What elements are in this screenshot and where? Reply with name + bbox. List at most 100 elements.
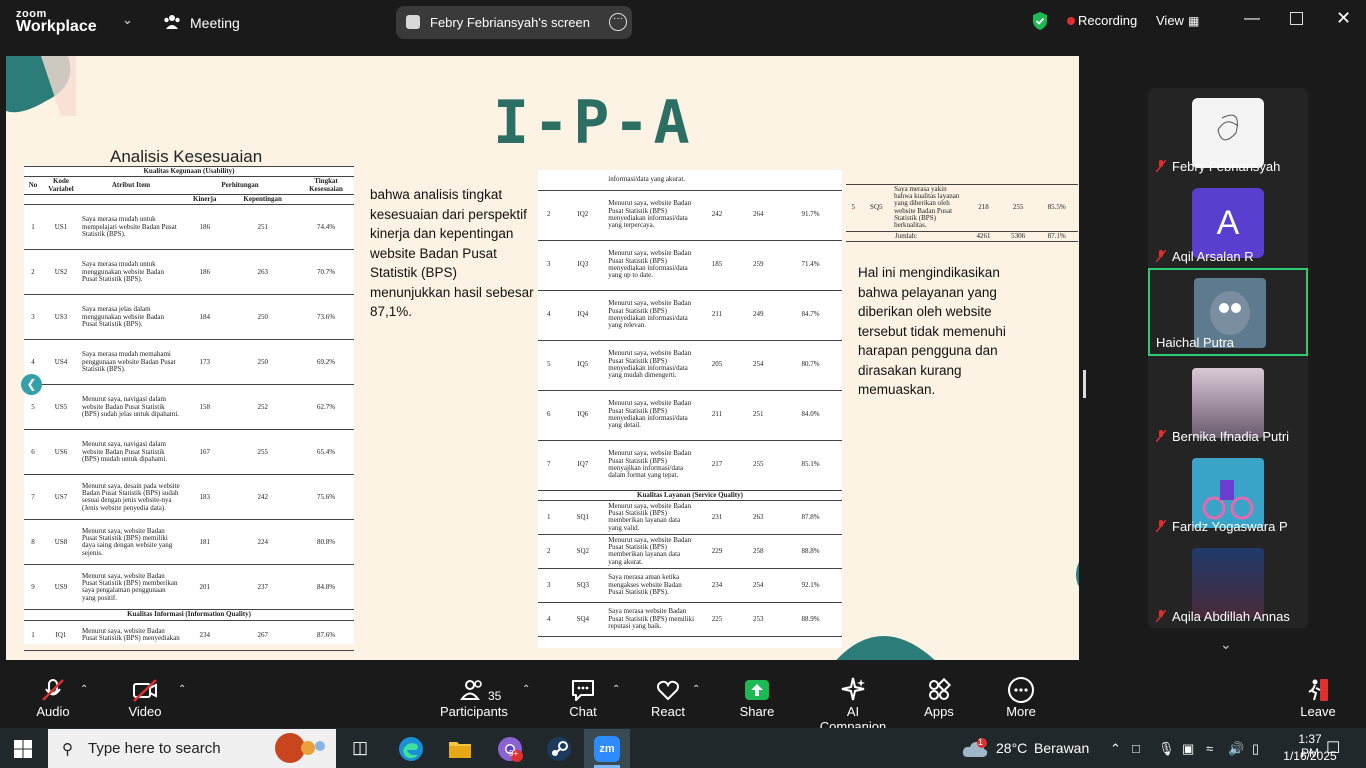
audio-button[interactable]: Audio: [36, 676, 70, 719]
row-kepentingan: 259: [737, 240, 779, 291]
view-menu[interactable]: View: [1156, 13, 1184, 28]
edge-browser-icon[interactable]: [398, 736, 424, 762]
video-label: Video: [128, 704, 162, 719]
participants-icon-wrap: 35: [443, 676, 503, 704]
participant-tile[interactable]: Haichal Putra: [1148, 268, 1308, 356]
leave-button[interactable]: Leave: [1300, 676, 1336, 719]
wifi-icon[interactable]: ≈: [1206, 741, 1213, 756]
row-item: Saya merasa aman ketika mengakses websit…: [606, 568, 697, 603]
chevron-up-icon[interactable]: ⌃: [1110, 741, 1121, 757]
ai-companion-button[interactable]: AI Companion: [812, 676, 894, 734]
microphone-icon[interactable]: 🎙: [1158, 741, 1175, 757]
row-number: 3: [538, 240, 560, 291]
notification-icon[interactable]: ☐: [1326, 738, 1340, 758]
row-kinerja: 218: [966, 184, 1001, 232]
meeting-menu[interactable]: Meeting: [190, 15, 240, 31]
share-screen-icon: [406, 15, 420, 29]
section-title: Kualitas Layanan (Service Quality): [538, 489, 842, 501]
network-icon[interactable]: □: [1132, 741, 1140, 756]
participant-tile[interactable]: Faridz Yogaswara P: [1148, 450, 1308, 538]
table-row: 6 US6 Menurut saya, navigasi dalam website…: [24, 429, 354, 476]
table-row: 2 IQ2 Menurut saya, website Badan Pusat St…: [538, 190, 842, 241]
shield-check-icon[interactable]: [1032, 11, 1048, 31]
row-kepentingan: 254: [737, 568, 779, 603]
results-table-service-end: 5 SQ5 Saya merasa yakin bahwa kualitas lay…: [846, 170, 1078, 252]
file-explorer-icon[interactable]: [448, 738, 472, 760]
decor-blob-topleft: [6, 56, 76, 116]
row-code: SQ4: [559, 602, 607, 637]
camera-icon[interactable]: ▣: [1182, 741, 1194, 757]
row-kesesuaian: 87.8%: [778, 500, 842, 535]
maximize-icon[interactable]: [1290, 12, 1303, 25]
row-item: Menurut saya, website Badan Pusat Statis…: [606, 290, 697, 341]
audio-options-caret[interactable]: ⌃: [80, 684, 88, 695]
resize-handle[interactable]: [1083, 370, 1086, 398]
row-number: 8: [24, 519, 42, 566]
camera-off-icon: [131, 676, 159, 704]
weather-temperature[interactable]: 28°C: [996, 740, 1027, 756]
row-number: 4: [538, 290, 560, 341]
participant-tile[interactable]: Febry Febriansyah: [1148, 90, 1308, 178]
search-icon: ⚲: [62, 741, 73, 758]
table-row: 3 US3 Saya merasa jelas dalam menggunakan …: [24, 294, 354, 341]
table-row: 1 SQ1 Menurut saya, website Badan Pusat St…: [538, 500, 842, 535]
row-number: 4: [538, 602, 560, 637]
col-header: No: [24, 176, 42, 196]
participants-options-caret[interactable]: ⌃: [522, 684, 530, 695]
chrome-badge: 9+: [509, 749, 519, 758]
total-kepentingan: 5306: [1000, 231, 1036, 242]
close-icon[interactable]: ✕: [1336, 8, 1351, 29]
row-kinerja: 201: [182, 564, 228, 611]
more-options-icon[interactable]: ···: [609, 13, 627, 31]
battery-icon[interactable]: ▯: [1252, 741, 1259, 757]
react-button[interactable]: React: [650, 676, 686, 719]
table-row: 2 US2 Saya merasa mudah untuk menggunakan …: [24, 249, 354, 296]
table-row: 3 IQ3 Menurut saya, website Badan Pusat St…: [538, 240, 842, 291]
table-row: 2 SQ2 Menurut saya, website Badan Pusat St…: [538, 534, 842, 569]
chat-options-caret[interactable]: ⌃: [612, 684, 620, 695]
apps-button[interactable]: Apps: [922, 676, 956, 719]
task-view-icon[interactable]: ◫: [352, 738, 368, 758]
mic-muted-icon: [39, 676, 67, 704]
table-row: 4 IQ4 Menurut saya, website Badan Pusat St…: [538, 290, 842, 341]
weather-condition[interactable]: Berawan: [1034, 740, 1089, 756]
video-options-caret[interactable]: ⌃: [178, 684, 186, 695]
volume-icon[interactable]: 🔊: [1228, 741, 1244, 757]
row-kinerja: 231: [696, 500, 738, 535]
row-number: 5: [538, 340, 560, 391]
table-row: 7 US7 Menurut saya, desain pada website Ba…: [24, 474, 354, 521]
recording-status[interactable]: Recording: [1078, 13, 1137, 28]
row-item: Menurut saya, website Badan Pusat Statis…: [80, 564, 182, 611]
row-item: Saya merasa mudah untuk menggunakan webs…: [80, 249, 182, 296]
row-code: SQ1: [559, 500, 607, 535]
row-code: SQ3: [559, 568, 607, 603]
chevron-down-icon[interactable]: ⌄: [122, 12, 133, 28]
table-row: 4 SQ4 Saya merasa website Badan Pusat Stat…: [538, 602, 842, 637]
windows-start-icon[interactable]: [14, 740, 32, 758]
row-item: Menurut saya, website Badan Pusat Statis…: [606, 534, 697, 569]
row-kepentingan: 267: [227, 620, 298, 651]
participant-avatar: [1192, 98, 1264, 168]
apps-icon: [925, 676, 953, 704]
participant-tile[interactable]: A Aqil Arsalan R: [1148, 180, 1308, 268]
row-number: 5: [846, 184, 861, 232]
participant-tile[interactable]: Bernika Ifnadia Putri: [1148, 360, 1308, 448]
video-button[interactable]: Video: [128, 676, 162, 719]
participants-button[interactable]: 35 Participants: [440, 676, 508, 719]
chevron-down-icon[interactable]: ⌄: [1220, 636, 1232, 653]
share-button[interactable]: Share: [738, 676, 776, 719]
slide-nav-icon[interactable]: ❮: [21, 374, 42, 395]
chat-button[interactable]: Chat: [568, 676, 598, 719]
table-row: 7 IQ7 Menurut saya, website Badan Pusat St…: [538, 440, 842, 491]
row-kinerja: 184: [182, 294, 228, 341]
row-kepentingan: 249: [737, 290, 779, 341]
minimize-icon[interactable]: —: [1244, 10, 1260, 28]
row-kinerja: 242: [696, 190, 738, 241]
more-button[interactable]: More: [1004, 676, 1038, 719]
weather-cloud-icon[interactable]: [962, 737, 988, 759]
grid-view-icon[interactable]: ▦: [1188, 14, 1199, 28]
react-options-caret[interactable]: ⌃: [692, 684, 700, 695]
row-code: IQ6: [559, 390, 607, 441]
participant-tile[interactable]: Aqila Abdillah Annas: [1148, 540, 1308, 628]
steam-icon[interactable]: [546, 736, 572, 762]
